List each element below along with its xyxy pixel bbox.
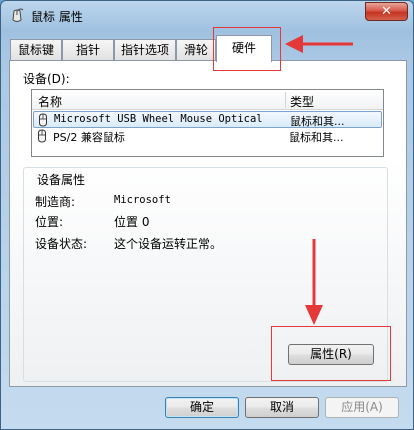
apply-button[interactable]: 应用(A) <box>325 397 399 418</box>
tab-wheel[interactable]: 滑轮 <box>176 39 216 61</box>
device-row[interactable]: PS/2 兼容鼠标 鼠标和其... <box>33 128 382 145</box>
mouse-icon <box>39 113 47 127</box>
close-button[interactable]: ✕ <box>365 2 408 21</box>
device-type: 鼠标和其... <box>290 115 345 128</box>
device-name: Microsoft USB Wheel Mouse Optical <box>54 113 263 125</box>
device-list[interactable]: 名称 类型 Microsoft USB Wheel Mouse Optical … <box>31 89 384 157</box>
tab-hardware[interactable]: 硬件 <box>216 35 272 62</box>
tab-buttons[interactable]: 鼠标键 <box>10 39 62 61</box>
ok-button[interactable]: 确定 <box>165 397 239 418</box>
device-properties-title: 设备属性 <box>35 171 88 188</box>
devices-label: 设备(D): <box>23 72 70 86</box>
location-value: 位置 0 <box>114 215 150 229</box>
annotation-box-properties-button <box>271 326 391 381</box>
mouse-icon <box>38 129 46 143</box>
tab-pointers[interactable]: 指针 <box>62 39 114 61</box>
device-type: 鼠标和其... <box>289 131 344 144</box>
device-row[interactable]: Microsoft USB Wheel Mouse Optical 鼠标和其..… <box>33 111 382 128</box>
annotation-arrow-down <box>305 239 323 325</box>
manufacturer-value: Microsoft <box>114 194 171 206</box>
title-bar[interactable]: 鼠标 属性 ✕ <box>1 1 413 31</box>
window-title: 鼠标 属性 <box>31 10 83 24</box>
column-header-name[interactable]: 名称 <box>38 93 62 110</box>
tab-pointer-options[interactable]: 指针选项 <box>114 39 176 61</box>
column-header-type[interactable]: 类型 <box>290 93 314 110</box>
location-label: 位置: <box>35 215 64 229</box>
device-name: PS/2 兼容鼠标 <box>53 131 125 144</box>
annotation-arrow-left <box>285 35 353 53</box>
close-icon: ✕ <box>381 4 392 19</box>
mouse-properties-window: 鼠标 属性 ✕ 鼠标键 指针 指针选项 滑轮 硬件 设备(D): 名称 类型 M… <box>0 0 414 430</box>
device-status-label: 设备状态: <box>35 237 88 251</box>
device-status-value: 这个设备运转正常。 <box>114 237 223 251</box>
mouse-icon <box>12 8 24 22</box>
device-list-header: 名称 类型 <box>32 90 383 110</box>
manufacturer-label: 制造商: <box>35 195 76 209</box>
cancel-button[interactable]: 取消 <box>245 397 319 418</box>
